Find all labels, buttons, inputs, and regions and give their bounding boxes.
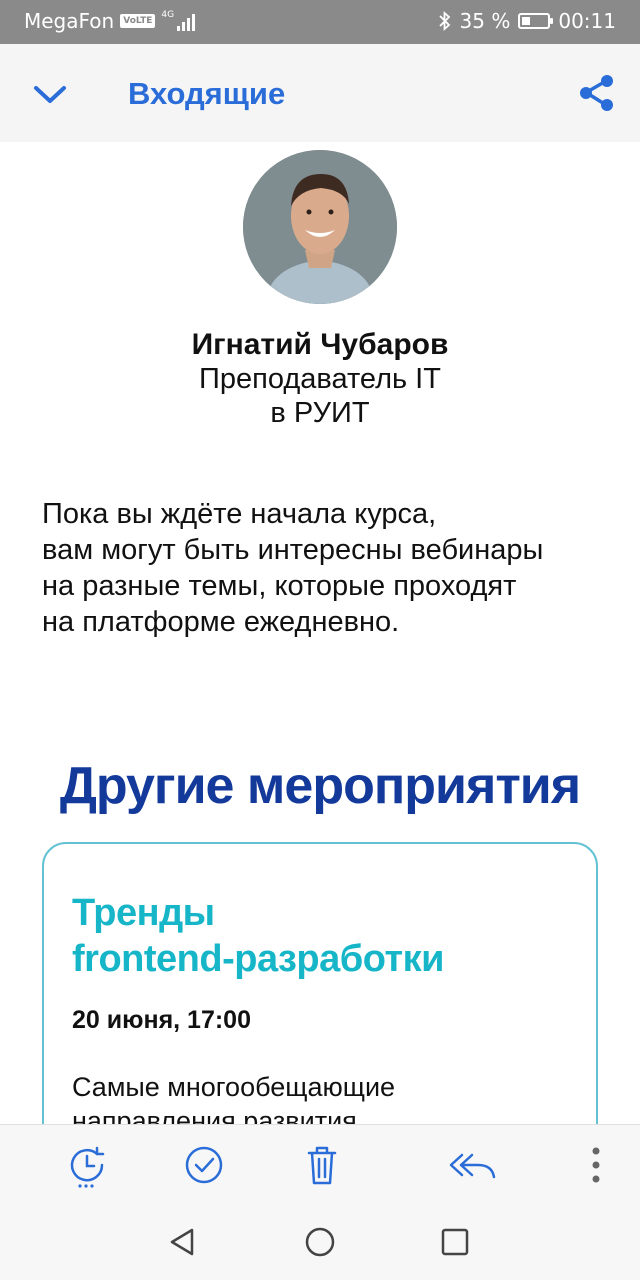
clock: 00:11: [558, 9, 616, 33]
event-card[interactable]: Тренды frontend-разработки 20 июня, 17:0…: [42, 842, 598, 1124]
battery-icon: [518, 13, 554, 29]
sender-name: Игнатий Чубаров: [191, 328, 449, 361]
sender-info: Игнатий Чубаров Преподаватель IT в РУИТ: [0, 328, 640, 430]
snooze-icon[interactable]: [64, 1141, 112, 1189]
share-icon[interactable]: [576, 72, 618, 114]
person-photo-icon: [243, 150, 397, 304]
reply-all-icon[interactable]: [448, 1141, 496, 1189]
event-title-line1: Тренды: [72, 892, 215, 934]
event-description: Самые многообещающие направления развити…: [72, 1070, 572, 1124]
more-vert-icon[interactable]: [572, 1141, 620, 1189]
intro-line: на разные темы, которые проходят: [42, 570, 517, 602]
sender-role-line1: Преподаватель IT: [199, 363, 441, 395]
intro-line: на платформе ежедневно.: [42, 606, 400, 638]
event-desc-line1: Самые многообещающие: [72, 1072, 396, 1102]
volte-badge: VoLTE: [120, 14, 156, 28]
status-bar: MegaFon VoLTE 4G 35 % 00:11: [0, 0, 640, 44]
event-desc-line2: направления развития: [72, 1106, 357, 1124]
system-nav-bar: [0, 1204, 640, 1280]
status-right: 35 % 00:11: [438, 9, 616, 33]
intro-text: Пока вы ждёте начала курса, вам могут бы…: [42, 496, 612, 640]
mail-action-bar: [0, 1124, 640, 1204]
event-title-line2: frontend-разработки: [72, 938, 445, 980]
back-triangle-icon[interactable]: [162, 1222, 202, 1262]
status-left: MegaFon VoLTE 4G: [24, 9, 196, 33]
event-date: 20 июня, 17:00: [72, 1006, 251, 1034]
sender-role-line2: в РУИТ: [270, 397, 370, 429]
signal-icon: 4G: [161, 10, 196, 31]
home-circle-icon[interactable]: [300, 1222, 340, 1262]
event-title[interactable]: Тренды frontend-разработки: [72, 890, 445, 982]
battery-percent: 35 %: [459, 9, 511, 33]
carrier-name: MegaFon: [24, 9, 115, 33]
sender-avatar: [243, 150, 397, 304]
section-title: Другие мероприятия: [59, 757, 581, 815]
mark-done-icon[interactable]: [180, 1141, 228, 1189]
bluetooth-icon: [438, 11, 450, 31]
network-type: 4G: [161, 10, 175, 20]
recents-square-icon[interactable]: [435, 1222, 475, 1262]
delete-icon[interactable]: [298, 1141, 346, 1189]
chevron-down-icon[interactable]: [30, 74, 70, 114]
folder-title: Входящие: [128, 76, 286, 111]
app-bar: Входящие: [0, 44, 640, 142]
message-body[interactable]: Игнатий Чубаров Преподаватель IT в РУИТ …: [0, 142, 640, 1124]
intro-line: вам могут быть интересны вебинары: [42, 534, 544, 566]
intro-line: Пока вы ждёте начала курса,: [42, 498, 437, 530]
